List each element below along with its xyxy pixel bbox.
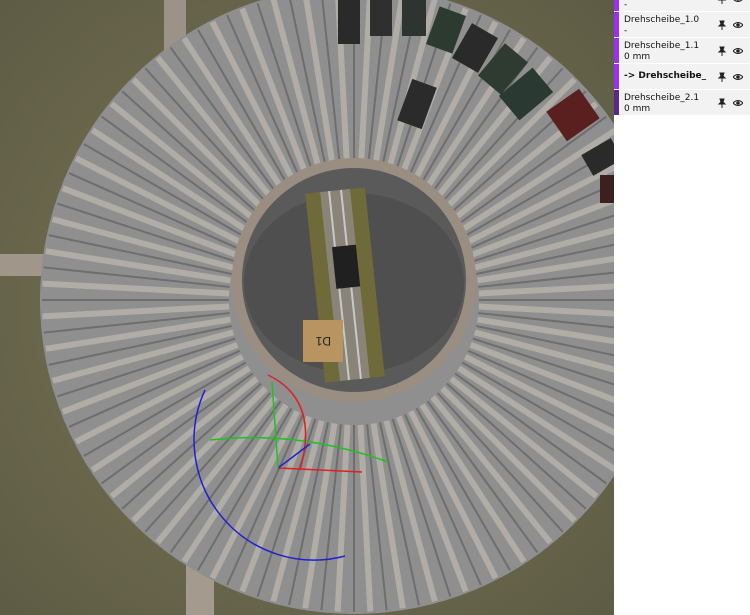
eye-icon[interactable]: [733, 46, 743, 56]
layer-color-bar: [614, 64, 619, 89]
pin-icon[interactable]: [717, 98, 727, 108]
layer-row-4[interactable]: Drehscheibe_2.1 0 mm: [614, 90, 750, 116]
pin-icon[interactable]: [717, 20, 727, 30]
eye-icon[interactable]: [733, 98, 743, 108]
layer-row-0[interactable]: -: [614, 0, 750, 12]
turntable-label: D1: [315, 334, 331, 348]
layer-row-1[interactable]: Drehscheibe_1.0 -: [614, 12, 750, 38]
layer-color-bar: [614, 0, 619, 11]
eye-icon[interactable]: [733, 0, 743, 4]
locomotive[interactable]: [331, 244, 361, 289]
layer-row-sub: -: [624, 26, 628, 36]
pin-icon[interactable]: [717, 46, 727, 56]
pin-icon[interactable]: [717, 72, 727, 82]
layer-color-bar: [614, 38, 619, 63]
layer-row-3-active[interactable]: -> Drehscheibe_: [614, 64, 750, 90]
layer-color-bar: [614, 12, 619, 37]
eye-icon[interactable]: [733, 72, 743, 82]
eye-icon[interactable]: [733, 20, 743, 30]
layer-row-2[interactable]: Drehscheibe_1.1 0 mm: [614, 38, 750, 64]
layer-color-bar: [614, 90, 619, 115]
layer-row-name: Drehscheibe_1.1: [624, 41, 700, 51]
layer-row-name: Drehscheibe_1.0: [624, 15, 700, 25]
turntable-scene[interactable]: D1: [0, 0, 614, 615]
3d-viewport[interactable]: D1: [0, 0, 614, 615]
layer-row-sub: -: [624, 0, 628, 10]
layer-row-name: Drehscheibe_2.1: [624, 93, 700, 103]
layer-row-name: -> Drehscheibe_: [624, 71, 707, 81]
layers-panel: - Drehscheibe_1.0 - Drehscheibe_1.1 0 mm…: [614, 0, 750, 615]
layer-row-sub: 0 mm: [624, 104, 651, 114]
layer-row-sub: 0 mm: [624, 52, 651, 62]
pin-icon[interactable]: [717, 0, 727, 4]
